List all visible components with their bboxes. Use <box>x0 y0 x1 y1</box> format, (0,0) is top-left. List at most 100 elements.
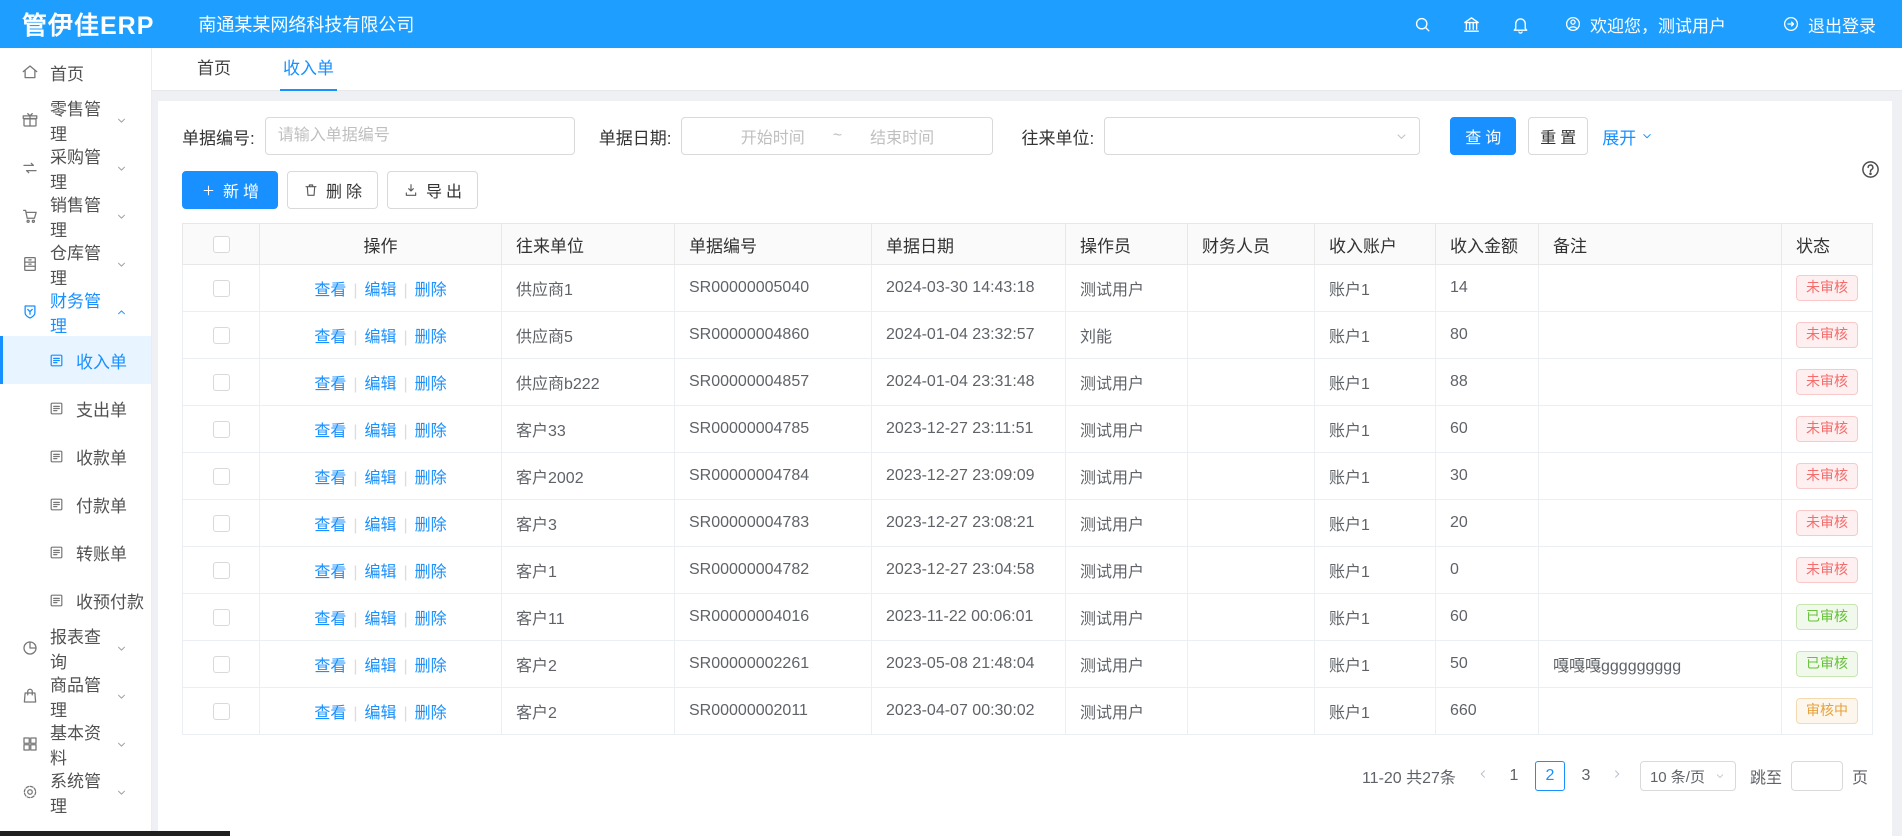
delete-link[interactable]: 删除 <box>415 423 447 440</box>
add-button-label: 新增 <box>223 178 263 202</box>
page-number-1[interactable]: 1 <box>1499 761 1529 791</box>
view-link[interactable]: 查看 <box>314 611 346 628</box>
cell-status: 已审核 <box>1782 594 1873 641</box>
welcome-user[interactable]: 欢迎您，测试用户 <box>1564 12 1726 37</box>
delete-link[interactable]: 删除 <box>415 470 447 487</box>
edit-link[interactable]: 编辑 <box>364 658 396 675</box>
view-link[interactable]: 查看 <box>314 329 346 346</box>
delete-link[interactable]: 删除 <box>415 376 447 393</box>
view-link[interactable]: 查看 <box>314 282 346 299</box>
add-button[interactable]: 新增 <box>182 171 278 209</box>
select-all-checkbox[interactable] <box>213 236 230 253</box>
tabbar: 首页 收入单 <box>152 48 1902 91</box>
sidebar-item-report[interactable]: 报表查询 <box>0 624 151 672</box>
sidebar-item-finance[interactable]: 财务管理 <box>0 288 151 336</box>
tab-income-bill[interactable]: 收入单 <box>280 48 337 91</box>
export-button[interactable]: 导出 <box>387 171 478 209</box>
cell-actions: 查看|编辑|删除 <box>260 359 502 406</box>
delete-link[interactable]: 删除 <box>415 658 447 675</box>
search-button[interactable]: 查询 <box>1450 117 1516 155</box>
sidebar-subitem-income-bill[interactable]: 收入单 <box>0 336 151 384</box>
edit-link[interactable]: 编辑 <box>364 705 396 722</box>
reset-button[interactable]: 重置 <box>1528 117 1588 155</box>
jump-page-input[interactable] <box>1791 761 1843 791</box>
delete-button[interactable]: 删除 <box>287 171 378 209</box>
row-checkbox[interactable] <box>213 421 230 438</box>
cell-remark <box>1539 406 1782 453</box>
cell-partner: 客户2002 <box>502 453 675 500</box>
row-checkbox[interactable] <box>213 280 230 297</box>
sidebar-item-warehouse[interactable]: 仓库管理 <box>0 240 151 288</box>
edit-link[interactable]: 编辑 <box>364 376 396 393</box>
sidebar-subitem-payment-bill[interactable]: 付款单 <box>0 480 151 528</box>
cell-date: 2024-01-04 23:32:57 <box>872 312 1066 359</box>
row-checkbox[interactable] <box>213 468 230 485</box>
tab-home[interactable]: 首页 <box>194 48 234 91</box>
view-link[interactable]: 查看 <box>314 705 346 722</box>
edit-link[interactable]: 编辑 <box>364 611 396 628</box>
chevron-down-icon <box>115 642 128 655</box>
sidebar-subitem-label: 收入单 <box>76 348 127 373</box>
cell-operator: 测试用户 <box>1066 265 1188 312</box>
edit-link[interactable]: 编辑 <box>364 517 396 534</box>
row-checkbox[interactable] <box>213 562 230 579</box>
view-link[interactable]: 查看 <box>314 470 346 487</box>
edit-link[interactable]: 编辑 <box>364 564 396 581</box>
page-number-3[interactable]: 3 <box>1571 761 1601 791</box>
topbar-right: 欢迎您，测试用户 退出登录 <box>1383 12 1880 37</box>
help-icon[interactable] <box>1860 159 1881 180</box>
page-size-select[interactable]: 10 条/页 <box>1640 761 1736 791</box>
row-checkbox[interactable] <box>213 609 230 626</box>
partner-select[interactable] <box>1104 117 1420 155</box>
sidebar-subitem-expense-bill[interactable]: 支出单 <box>0 384 151 432</box>
delete-link[interactable]: 删除 <box>415 282 447 299</box>
cell-account: 账户1 <box>1315 547 1436 594</box>
cell-operator: 测试用户 <box>1066 453 1188 500</box>
sidebar-subitem-transfer-bill[interactable]: 转账单 <box>0 528 151 576</box>
search-icon[interactable] <box>1413 15 1432 34</box>
date-range-picker[interactable]: 开始时间 ~ 结束时间 <box>681 117 993 155</box>
view-link[interactable]: 查看 <box>314 376 346 393</box>
expand-link[interactable]: 展开 <box>1602 124 1654 149</box>
view-link[interactable]: 查看 <box>314 423 346 440</box>
prev-page-button[interactable] <box>1470 767 1496 786</box>
sidebar-item-retail[interactable]: 零售管理 <box>0 96 151 144</box>
edit-link[interactable]: 编辑 <box>364 282 396 299</box>
sidebar-item-sales[interactable]: 销售管理 <box>0 192 151 240</box>
delete-link[interactable]: 删除 <box>415 705 447 722</box>
row-checkbox[interactable] <box>213 374 230 391</box>
sidebar-item-system[interactable]: 系统管理 <box>0 768 151 816</box>
cell-finance <box>1188 594 1315 641</box>
page-number-2[interactable]: 2 <box>1535 761 1565 791</box>
row-checkbox[interactable] <box>213 515 230 532</box>
delete-link[interactable]: 删除 <box>415 329 447 346</box>
bill-no-input[interactable] <box>265 117 575 155</box>
sidebar-item-home[interactable]: 首页 <box>0 48 151 96</box>
bank-icon[interactable] <box>1462 15 1481 34</box>
bell-icon[interactable] <box>1511 15 1530 34</box>
sidebar-item-goods[interactable]: 商品管理 <box>0 672 151 720</box>
view-link[interactable]: 查看 <box>314 658 346 675</box>
delete-link[interactable]: 删除 <box>415 517 447 534</box>
row-checkbox[interactable] <box>213 656 230 673</box>
edit-link[interactable]: 编辑 <box>364 329 396 346</box>
next-page-button[interactable] <box>1604 767 1630 786</box>
sidebar-item-purchase[interactable]: 采购管理 <box>0 144 151 192</box>
sidebar-subitem-advance-receipt[interactable]: 收预付款 <box>0 576 151 624</box>
pagination: 11-20 共27条12310 条/页跳至页 <box>182 761 1868 817</box>
row-checkbox[interactable] <box>213 327 230 344</box>
sidebar-subitem-receipt-bill[interactable]: 收款单 <box>0 432 151 480</box>
edit-link[interactable]: 编辑 <box>364 423 396 440</box>
table-row: 查看|编辑|删除供应商1SR000000050402024-03-30 14:4… <box>183 265 1873 312</box>
view-link[interactable]: 查看 <box>314 517 346 534</box>
view-link[interactable]: 查看 <box>314 564 346 581</box>
row-checkbox[interactable] <box>213 703 230 720</box>
delete-link[interactable]: 删除 <box>415 611 447 628</box>
delete-link[interactable]: 删除 <box>415 564 447 581</box>
logout-button[interactable]: 退出登录 <box>1782 12 1876 37</box>
action-separator: | <box>353 564 357 581</box>
cell-bill-no: SR00000004857 <box>675 359 872 406</box>
edit-link[interactable]: 编辑 <box>364 470 396 487</box>
cell-date: 2023-05-08 21:48:04 <box>872 641 1066 688</box>
sidebar-item-basic[interactable]: 基本资料 <box>0 720 151 768</box>
